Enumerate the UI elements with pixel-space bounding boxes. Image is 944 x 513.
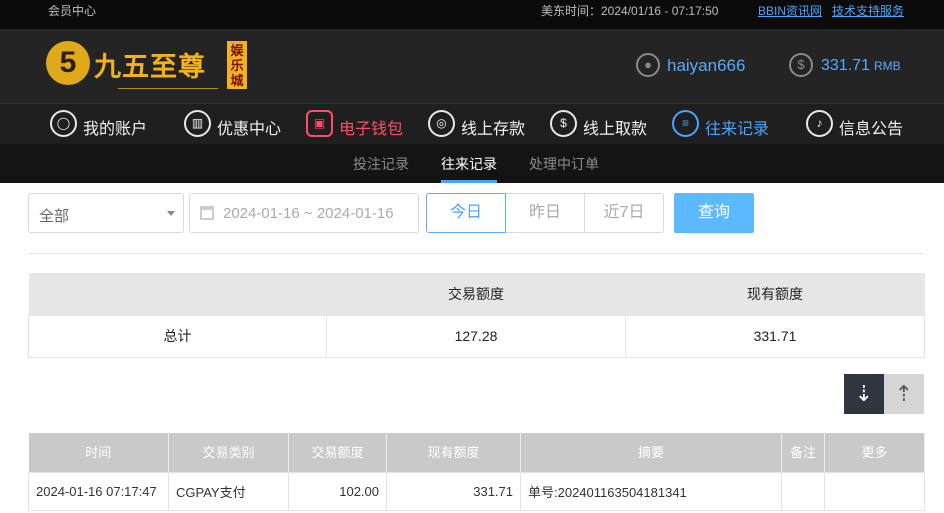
- cell-type: CGPAY支付: [168, 471, 289, 511]
- member-center-label: 会员中心: [48, 4, 97, 18]
- sub-nav: 投注记录 往来记录 处理中订单: [0, 144, 944, 183]
- eastern-time: 美东时间：2024/01/16 - 07:17:50: [541, 4, 719, 18]
- deposit-icon: ◎: [428, 110, 455, 137]
- active-tab-indicator: [441, 180, 497, 183]
- type-select-value: 全部: [39, 208, 70, 225]
- col-header-remark: 备注: [781, 433, 825, 472]
- nav-label: 线上取款: [583, 121, 648, 138]
- nav-label: 电子钱包: [339, 121, 404, 138]
- cell-summary: 单号:202401163504181341: [520, 471, 782, 511]
- logo-badge: 娱乐城: [227, 41, 247, 89]
- sort-ascending-icon[interactable]: ⇡: [884, 374, 924, 414]
- summary-header: [28, 273, 327, 315]
- divider: [28, 253, 924, 254]
- col-header-more: 更多: [824, 433, 925, 472]
- summary-table: 交易额度 现有额度 总计 127.28 331.71: [28, 273, 925, 358]
- col-header-amount: 交易额度: [288, 433, 387, 472]
- nav-label: 优惠中心: [217, 121, 282, 138]
- nav-label: 往来记录: [705, 121, 770, 138]
- bbin-news-link[interactable]: BBIN资讯网: [758, 2, 822, 19]
- type-select[interactable]: 全部: [28, 193, 184, 233]
- top-bar: 会员中心 美东时间：2024/01/16 - 07:17:50 BBIN资讯网 …: [0, 0, 944, 29]
- tech-support-link[interactable]: 技术支持服务: [832, 2, 904, 19]
- cell-remark: [781, 471, 825, 511]
- chevron-down-icon: [167, 211, 175, 216]
- table-row: 2024-01-16 07:17:47 CGPAY支付 102.00 331.7…: [28, 471, 925, 511]
- logo-ornament: [118, 79, 218, 89]
- currency-unit: RMB: [873, 59, 901, 73]
- col-header-time: 时间: [28, 433, 169, 472]
- today-button[interactable]: 今日: [426, 193, 506, 233]
- username: haiyan666: [667, 56, 746, 75]
- bell-icon: ♪: [806, 110, 833, 137]
- cell-time: 2024-01-16 07:17:47: [28, 471, 169, 511]
- date-range-value: 2024-01-16 ~ 2024-01-16: [223, 205, 394, 222]
- header: 5 九五至尊 娱乐城 ● haiyan666 $ 331.71 RMB: [0, 29, 944, 103]
- sort-descending-icon[interactable]: ⇣: [844, 374, 884, 414]
- tab-transaction-records[interactable]: 往来记录: [441, 154, 497, 174]
- last-7-days-button[interactable]: 近7日: [584, 193, 664, 233]
- summary-row: 总计 127.28 331.71: [28, 314, 925, 358]
- nav-label: 我的账户: [83, 121, 148, 138]
- summary-header: 现有额度: [625, 273, 925, 315]
- main-nav: ◯ 我的账户 ▥ 优惠中心 ▣ 电子钱包 ◎ 线上存款 $ 线上取款 ≡ 往来记…: [0, 103, 944, 144]
- withdraw-icon: $: [550, 110, 577, 137]
- balance-amount: 331.71: [821, 57, 870, 74]
- summary-transaction-amount: 127.28: [326, 314, 626, 358]
- date-range-input[interactable]: 2024-01-16 ~ 2024-01-16: [189, 193, 419, 233]
- col-header-balance: 现有额度: [386, 433, 521, 472]
- search-button[interactable]: 查询: [674, 193, 754, 233]
- cell-balance: 331.71: [386, 471, 521, 511]
- col-header-type: 交易类别: [168, 433, 289, 472]
- gift-icon: ▥: [184, 110, 211, 137]
- wallet-icon: ▣: [306, 110, 333, 137]
- summary-current-balance: 331.71: [625, 314, 925, 358]
- summary-header: 交易额度: [326, 273, 626, 315]
- tab-bet-records[interactable]: 投注记录: [353, 154, 409, 174]
- user-avatar-icon: ●: [636, 53, 660, 77]
- nav-label: 线上存款: [461, 121, 526, 138]
- records-icon: ≡: [672, 110, 699, 137]
- summary-label: 总计: [28, 314, 327, 358]
- site-logo[interactable]: 5 九五至尊 娱乐城: [46, 41, 251, 93]
- cell-more[interactable]: [824, 471, 925, 511]
- dollar-icon: $: [789, 53, 813, 77]
- calendar-icon: [200, 206, 214, 220]
- col-header-summary: 摘要: [520, 433, 782, 472]
- cell-amount: 102.00: [288, 471, 387, 511]
- yesterday-button[interactable]: 昨日: [505, 193, 585, 233]
- user-icon: ◯: [50, 110, 77, 137]
- records-table: 时间 交易类别 交易额度 现有额度 摘要 备注 更多 2024-01-16 07…: [28, 433, 925, 511]
- logo-mark: 5: [46, 41, 90, 85]
- tab-pending-orders[interactable]: 处理中订单: [529, 154, 599, 174]
- nav-label: 信息公告: [839, 121, 904, 138]
